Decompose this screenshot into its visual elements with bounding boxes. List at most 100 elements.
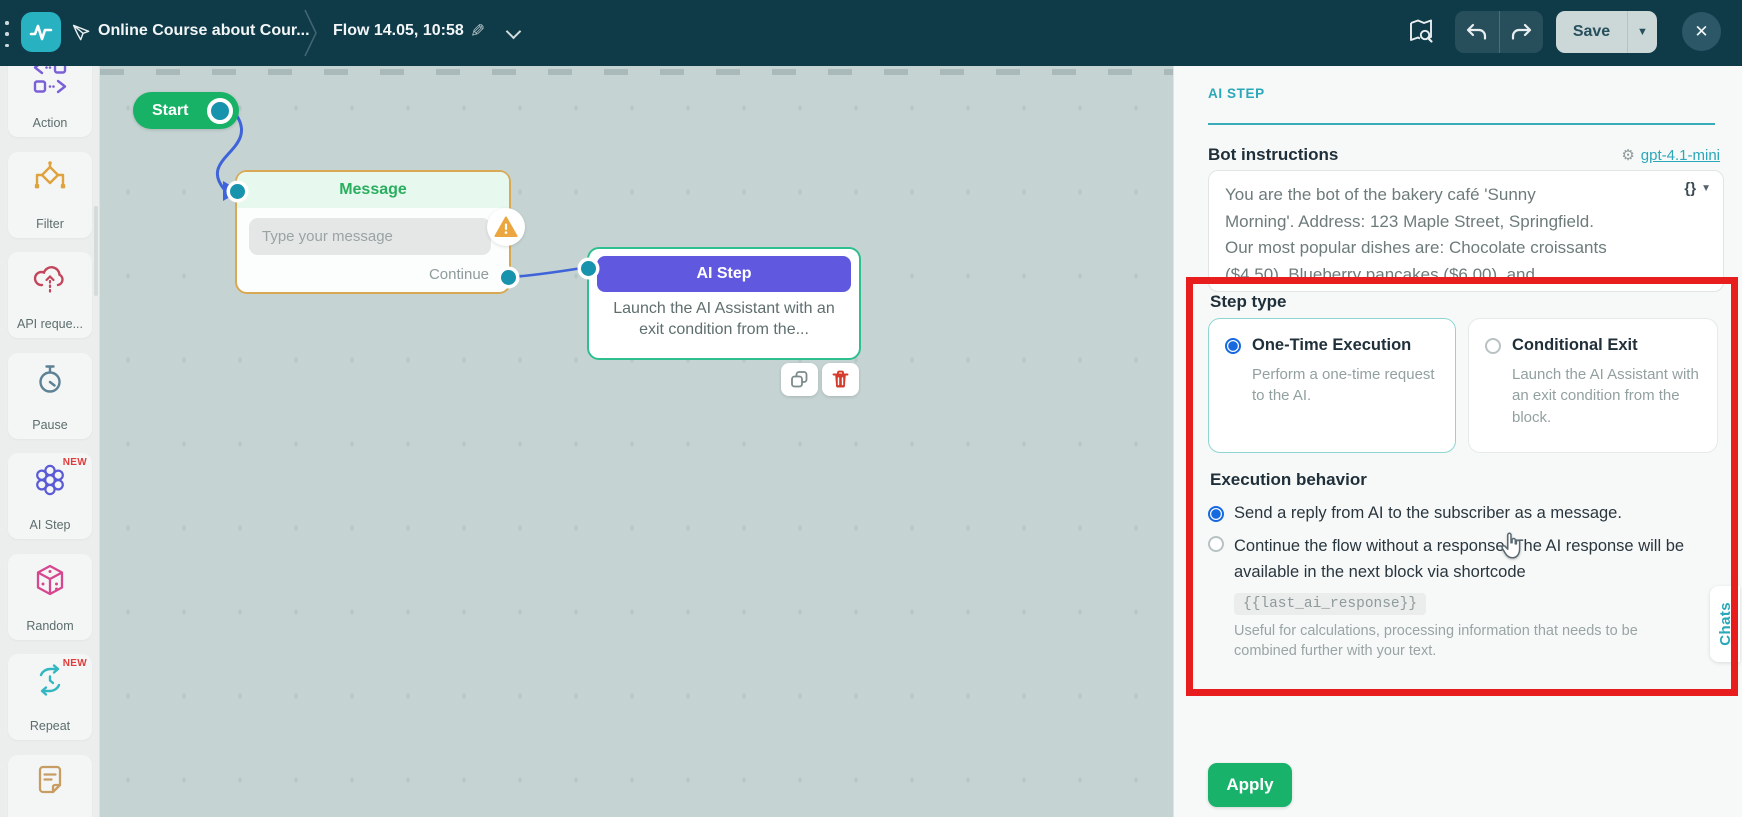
flow-builder-app: Start Message Type your message Continue…: [0, 0, 1742, 817]
radio-selected-icon[interactable]: [1225, 337, 1241, 354]
bot-instructions-label: Bot instructions: [1208, 145, 1339, 164]
sidebar-item-comment[interactable]: Comment: [8, 755, 92, 817]
chevron-down-icon: ▼: [1637, 26, 1648, 38]
ai-step-node-title: AI Step: [597, 256, 851, 292]
sidebar-item-label: API reque...: [16, 317, 83, 331]
ai-step-node-description: Launch the AI Assistant with an exit con…: [613, 300, 835, 339]
step-type-option-title: Conditional Exit: [1512, 336, 1638, 354]
delete-node-button[interactable]: [822, 363, 859, 396]
panel-title: AI STEP: [1208, 86, 1265, 101]
sidebar-item-label: Action: [32, 116, 68, 130]
radio-selected-icon[interactable]: [1208, 506, 1224, 522]
channel-title[interactable]: Online Course about Cour...: [98, 22, 310, 40]
trash-icon: [832, 370, 849, 388]
breadcrumb-chevron-icon: [303, 8, 319, 63]
preview-map-icon[interactable]: [1406, 16, 1436, 51]
start-node-output-port[interactable]: [207, 97, 233, 124]
api-cloud-icon: [31, 260, 69, 301]
start-node-label: Start: [152, 101, 189, 119]
flow-menu-chevron-icon[interactable]: [505, 23, 522, 40]
save-button[interactable]: Save: [1556, 11, 1627, 53]
step-type-option-title: One-Time Execution: [1252, 336, 1412, 354]
pulse-icon: [29, 24, 53, 41]
sidebar-item-label: AI Step: [29, 518, 71, 532]
message-text-input[interactable]: Type your message: [249, 218, 491, 255]
top-bar: Online Course about Cour... Flow 14.05, …: [0, 0, 1742, 66]
sidebar-item-label: Pause: [32, 418, 68, 432]
telegram-channel-icon: [72, 23, 91, 47]
execution-note: Useful for calculations, processing info…: [1234, 623, 1638, 659]
undo-icon: [1466, 23, 1486, 40]
action-code-icon: [31, 66, 69, 100]
save-options-button[interactable]: ▼: [1627, 11, 1657, 53]
execution-option-text: Continue the flow without a response. Th…: [1234, 537, 1685, 581]
sidebar-item-label: Filter: [36, 217, 64, 231]
close-icon: ✕: [1694, 21, 1709, 41]
chats-side-tab[interactable]: Chats: [1710, 586, 1740, 662]
sidebar-item-ai-step[interactable]: NEW AI Step: [8, 453, 92, 539]
sidebar-item-random[interactable]: Random: [8, 554, 92, 640]
message-warning-badge: [487, 208, 525, 246]
warning-triangle-icon: [494, 216, 518, 237]
step-type-option-conditional-exit[interactable]: Conditional Exit Launch the AI Assistant…: [1468, 318, 1718, 453]
instructions-line: Our most popular dishes are: Chocolate c…: [1225, 238, 1607, 258]
flow-title[interactable]: Flow 14.05, 10:58: [333, 22, 464, 40]
filter-diamond-icon: [31, 160, 69, 201]
block-palette-sidebar: Action Filter API reque... Pause NEW AI …: [0, 66, 100, 817]
ai-step-settings-panel: AI STEP Bot instructions ⚙ gpt-4.1-mini …: [1173, 66, 1742, 817]
execution-option-send-reply[interactable]: Send a reply from AI to the subscriber a…: [1208, 504, 1622, 523]
radio-unselected-icon[interactable]: [1485, 337, 1501, 354]
rename-flow-pencil-icon[interactable]: ✎: [470, 21, 485, 42]
save-split-button: Save ▼: [1556, 11, 1657, 53]
history-controls: [1455, 11, 1543, 53]
panel-title-divider: [1208, 123, 1715, 125]
start-node[interactable]: Start: [133, 92, 239, 129]
message-node-input-port[interactable]: [230, 184, 245, 199]
radio-unselected-icon[interactable]: [1208, 536, 1224, 552]
comment-note-icon: [31, 763, 69, 804]
ai-step-node-input-port[interactable]: [581, 261, 596, 276]
step-type-option-one-time[interactable]: One-Time Execution Perform a one-time re…: [1208, 318, 1456, 453]
sidebar-scrollbar[interactable]: [94, 206, 98, 296]
random-dice-icon: [31, 562, 69, 603]
sidebar-item-filter[interactable]: Filter: [8, 152, 92, 238]
copy-icon: [791, 371, 808, 388]
model-select-link[interactable]: gpt-4.1-mini: [1641, 147, 1720, 164]
redo-icon: [1512, 23, 1532, 40]
apply-button[interactable]: Apply: [1208, 763, 1292, 807]
chats-tab-label: Chats: [1716, 602, 1734, 646]
redo-button[interactable]: [1498, 11, 1544, 53]
canvas-texture: [100, 69, 1173, 75]
execution-option-text: Send a reply from AI to the subscriber a…: [1234, 504, 1622, 522]
ai-step-node[interactable]: AI Step Launch the AI Assistant with an …: [587, 247, 861, 360]
step-type-label: Step type: [1210, 292, 1287, 311]
message-continue-port[interactable]: [501, 270, 516, 285]
execution-option-continue-flow[interactable]: Continue the flow without a response. Th…: [1208, 534, 1734, 585]
pause-timer-icon: [31, 361, 69, 402]
gear-icon[interactable]: ⚙: [1621, 146, 1634, 164]
close-editor-button[interactable]: ✕: [1682, 12, 1721, 51]
step-type-option-description: Launch the AI Assistant with an exit con…: [1512, 366, 1699, 426]
message-node-title: Message: [237, 172, 509, 208]
instructions-line: You are the bot of the bakery café 'Sunn…: [1225, 185, 1536, 204]
sidebar-item-label: Repeat: [29, 719, 71, 733]
repeat-cycle-icon: [31, 662, 69, 703]
sidebar-item-label: Random: [26, 619, 74, 633]
ai-step-flower-icon: [31, 461, 69, 502]
shortcode-chip: {{last_ai_response}}: [1234, 593, 1427, 615]
app-logo[interactable]: [21, 12, 61, 52]
chevron-down-icon: ▼: [1701, 183, 1711, 194]
app-menu-icon[interactable]: [5, 21, 9, 47]
bot-instructions-textarea[interactable]: You are the bot of the bakery café 'Sunn…: [1208, 170, 1724, 292]
sidebar-item-action[interactable]: Action: [8, 66, 92, 137]
instructions-line: ($4.50), Blueberry pancakes ($6.00), and: [1225, 264, 1535, 284]
sidebar-item-api-request[interactable]: API reque...: [8, 252, 92, 338]
sidebar-item-pause[interactable]: Pause: [8, 353, 92, 439]
undo-button[interactable]: [1455, 11, 1499, 53]
instructions-line: Morning'. Address: 123 Maple Street, Spr…: [1225, 211, 1594, 231]
duplicate-node-button[interactable]: [781, 363, 818, 396]
message-node[interactable]: Message Type your message Continue: [235, 170, 511, 294]
step-type-option-description: Perform a one-time request to the AI.: [1252, 366, 1435, 405]
sidebar-item-repeat[interactable]: NEW Repeat: [8, 654, 92, 740]
insert-variable-button[interactable]: {} ▼: [1684, 180, 1711, 197]
